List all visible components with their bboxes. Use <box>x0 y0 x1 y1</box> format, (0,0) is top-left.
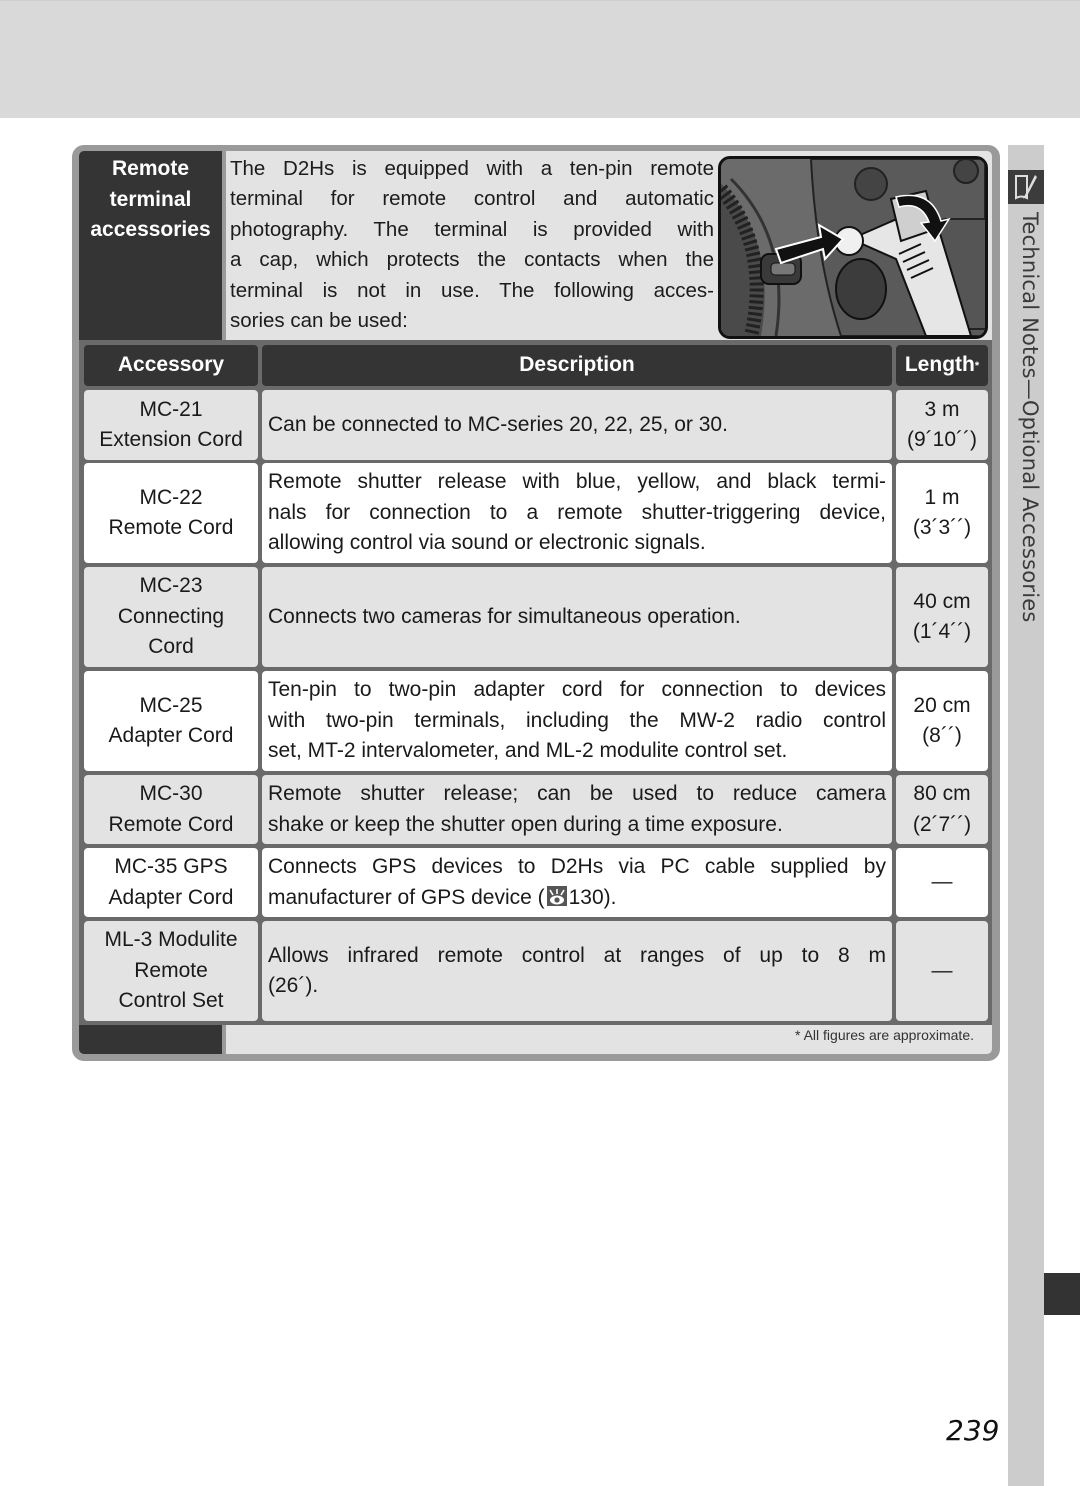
header-band <box>0 0 1080 118</box>
accessory-cell: ML-3 Modulite Remote Control Set <box>84 921 258 1021</box>
cell-line: Adapter Cord <box>108 885 234 909</box>
cell-line: Connecting <box>117 604 225 628</box>
accessory-cell: MC-30 Remote Cord <box>84 775 258 844</box>
intro-line: a cap, which protects the contacts when … <box>230 248 714 272</box>
cell-line: set, MT-2 intervalometer, and ML-2 modul… <box>268 739 788 763</box>
cell-line: MC-22 <box>139 485 203 509</box>
cell-line: (26´). <box>268 974 319 997</box>
section-title-line: Remote <box>111 157 190 180</box>
description-cell: Can be connected to MC-series 20, 22, 25… <box>262 390 892 460</box>
cell-line: Adapter Cord <box>108 724 234 747</box>
description-cell: Remote shutter release; can be used to r… <box>262 775 892 844</box>
cell-line: Allows infrared remote control at ranges… <box>268 943 886 967</box>
cell-line: 1 m <box>924 485 960 509</box>
cell-line: Control Set <box>118 989 224 1013</box>
cell-line: Connects two cameras for simultaneous op… <box>268 604 741 628</box>
column-header-label: Accessory <box>117 353 225 377</box>
cell-line: ML-3 Modulite <box>104 928 238 952</box>
cell-line: Remote shutter release; can be used to r… <box>268 782 886 806</box>
intro-line: The D2Hs is equipped with a ten-pin remo… <box>230 157 714 180</box>
page-number: 239 <box>946 1414 1000 1447</box>
section-title-line: accessories <box>90 218 211 241</box>
column-header-label: Description <box>519 353 635 377</box>
cell-line: Can be connected to MC-series 20, 22, 25… <box>268 412 728 436</box>
description-cell: Connects GPS devices to D2Hs via PC cabl… <box>262 848 892 917</box>
cell-line: with two-pin terminals, including the MW… <box>268 708 886 732</box>
cell-line: 80 cm <box>913 782 971 806</box>
column-header-label: Length <box>904 353 975 377</box>
cell-line: MC-23 <box>139 574 203 598</box>
cell-line: — <box>931 870 953 894</box>
page-reference[interactable]: 130). <box>569 886 617 909</box>
remote-terminal-figure <box>718 156 988 339</box>
description-cell: Remote shutter release with blue, yellow… <box>262 463 892 563</box>
length-cell: — <box>896 921 988 1021</box>
length-cell: 40 cm (1´4´´) <box>896 567 988 667</box>
accessory-cell: MC-23 Connecting Cord <box>84 567 258 667</box>
accessory-cell: MC-35 GPS Adapter Cord <box>84 848 258 917</box>
cell-line: (9´10´´) <box>906 428 977 451</box>
cell-line: (8´´) <box>922 724 962 747</box>
length-cell: 3 m (9´10´´) <box>896 390 988 460</box>
cell-line: — <box>931 958 953 982</box>
cell-line: (1´4´´) <box>912 620 972 643</box>
cell-line: MC-35 GPS <box>114 855 228 879</box>
camera-remote-terminal-illustration <box>721 159 985 336</box>
cell-line: Remote Cord <box>108 812 234 836</box>
intro-line: photography. The terminal is provided wi… <box>230 217 714 241</box>
footnote: * All figures are approximate. <box>795 1027 974 1043</box>
cell-line: MC-25 <box>139 693 203 717</box>
section-title-line: terminal <box>109 187 192 211</box>
technical-notes-pen-icon <box>1008 170 1044 204</box>
accessory-cell: MC-22 Remote Cord <box>84 463 258 563</box>
cell-line: 40 cm <box>913 589 971 613</box>
chapter-thumb-tab <box>1044 1273 1080 1315</box>
intro-line: terminal for remote control and automati… <box>230 187 714 211</box>
cell-line: (3´3´´) <box>912 516 972 539</box>
column-header-description: Description <box>262 345 892 386</box>
cell-line: Remote Cord <box>108 516 234 539</box>
cell-line: allowing control via sound or electronic… <box>268 531 706 555</box>
column-header-accessory: Accessory <box>84 345 258 386</box>
section-title: Remote terminal accessories <box>79 151 222 340</box>
cell-line: nals for connection to a remote shutter-… <box>268 500 886 524</box>
cell-line: shake or keep the shutter open during a … <box>268 812 783 836</box>
description-cell: Ten-pin to two-pin adapter cord for conn… <box>262 671 892 771</box>
table-footer-left <box>79 1025 222 1054</box>
cell-line: manufacturer of GPS device (130). <box>268 885 617 909</box>
cell-line: Connects GPS devices to D2Hs via PC cabl… <box>268 855 886 879</box>
length-cell: — <box>896 848 988 917</box>
description-cell: Allows infrared remote control at ranges… <box>262 921 892 1021</box>
description-cell: Connects two cameras for simultaneous op… <box>262 567 892 667</box>
intro-line: sories can be used: <box>230 309 408 333</box>
length-cell: 80 cm (2´7´´) <box>896 775 988 844</box>
cell-line: (2´7´´) <box>912 812 972 836</box>
intro-paragraph: The D2Hs is equipped with a ten-pin remo… <box>230 154 714 336</box>
column-header-length: Length * <box>896 345 988 386</box>
accessory-cell: MC-21 Extension Cord <box>84 390 258 460</box>
cell-line: Extension Cord <box>99 428 243 451</box>
page-reference-eye-icon <box>546 885 567 906</box>
accessory-cell: MC-25 Adapter Cord <box>84 671 258 771</box>
cell-line: Remote shutter release with blue, yellow… <box>268 470 886 494</box>
cell-line: MC-21 <box>139 397 203 421</box>
length-cell: 1 m (3´3´´) <box>896 463 988 563</box>
intro-line: terminal is not in use. The following ac… <box>230 278 714 302</box>
cell-line: MC-30 <box>139 782 203 806</box>
chapter-title: Technical Notes—Optional Accessories <box>1018 212 1042 623</box>
cell-line: 3 m <box>924 397 960 421</box>
cell-line: Remote <box>134 958 208 982</box>
cell-line: Ten-pin to two-pin adapter cord for conn… <box>268 678 886 702</box>
length-cell: 20 cm (8´´) <box>896 671 988 771</box>
cell-line: Cord <box>148 635 194 659</box>
cell-line: 20 cm <box>913 693 971 717</box>
